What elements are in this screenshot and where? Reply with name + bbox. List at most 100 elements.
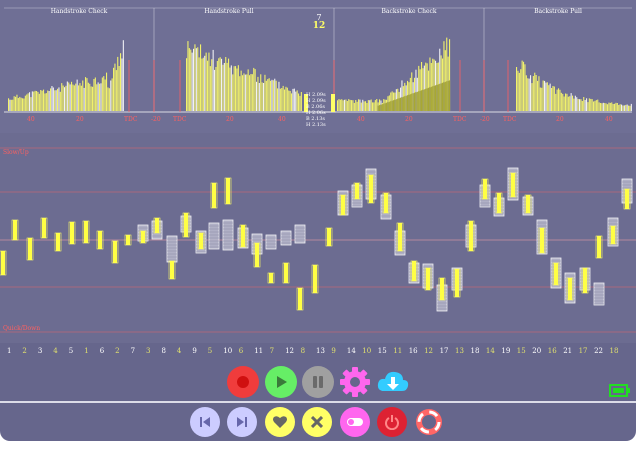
hist-bar-hs-check xyxy=(29,92,31,111)
hist-bar-bs-pull xyxy=(542,80,544,111)
hist-bar-hs-pull xyxy=(232,74,234,111)
hist-bar-hs-pull xyxy=(201,58,203,111)
hist-bar-bs-check xyxy=(348,99,350,111)
hist-bar-hs-check xyxy=(114,63,116,111)
favorite-button[interactable] xyxy=(265,407,295,437)
hist-bar-hs-pull xyxy=(254,69,256,111)
hist-bar-bs-pull xyxy=(623,105,625,111)
hist-bar-hs-check xyxy=(54,90,56,111)
hist-bar-hs-pull xyxy=(230,65,232,111)
hist-bar-bs-check xyxy=(429,87,431,111)
hist-bar-bs-pull xyxy=(595,100,597,111)
hist-bar-hs-check xyxy=(80,85,82,111)
hist-bar-bs-check xyxy=(365,101,367,111)
power-button[interactable] xyxy=(377,407,407,437)
tick-bs-pull-tdc: TDC xyxy=(503,116,517,123)
record-icon xyxy=(237,376,249,388)
hist-bar-hs-pull xyxy=(296,90,298,111)
hist-bar-hs-check xyxy=(120,53,122,111)
stroke-bar xyxy=(255,243,259,267)
hist-bar-hs-pull xyxy=(218,58,220,111)
next-button[interactable] xyxy=(227,407,257,437)
hist-bar-hs-check xyxy=(118,66,120,111)
hist-bar-bs-pull xyxy=(531,83,533,111)
hist-bar-hs-pull xyxy=(249,75,251,111)
hist-bar-bs-check xyxy=(433,85,435,111)
hist-bar-hs-check xyxy=(12,99,14,111)
hist-bar-hs-check xyxy=(107,87,109,111)
hist-bar-bs-pull xyxy=(569,96,571,111)
hist-bar-hs-pull xyxy=(257,76,259,111)
pause-button[interactable] xyxy=(302,366,334,398)
hist-bar-hs-check xyxy=(106,72,108,111)
hist-bar-hs-check xyxy=(10,99,12,111)
hist-bar-bs-check xyxy=(400,97,402,111)
hist-bar-bs-pull xyxy=(601,103,603,111)
hist-bar-hs-check xyxy=(26,94,28,111)
stroke-bar xyxy=(355,183,359,199)
hist-bar-bs-pull xyxy=(593,101,595,111)
download-button[interactable] xyxy=(376,366,410,398)
hist-bar-bs-check xyxy=(435,85,437,111)
hist-bar-bs-pull xyxy=(616,103,618,111)
hist-bar-bs-pull xyxy=(527,78,529,111)
hist-bar-hs-pull xyxy=(235,66,237,111)
help-button[interactable] xyxy=(414,407,444,437)
toggle-button[interactable] xyxy=(340,407,370,437)
hist-bar-bs-pull xyxy=(590,98,592,111)
hist-bar-hs-pull xyxy=(289,91,291,111)
hist-bar-bs-check xyxy=(376,99,378,111)
bell-number: 11 xyxy=(254,347,264,355)
hist-bar-bs-pull xyxy=(626,104,628,111)
stroke-bar xyxy=(611,226,615,244)
hist-bar-bs-check xyxy=(439,83,441,111)
stroke-bar xyxy=(369,175,373,203)
hist-bar-hs-pull xyxy=(221,58,223,111)
hist-bar-hs-pull xyxy=(214,69,216,111)
clear-button[interactable] xyxy=(302,407,332,437)
hist-bar-bs-pull xyxy=(630,103,632,111)
hist-bar-bs-pull xyxy=(524,64,526,111)
hist-bar-bs-pull xyxy=(560,92,562,111)
hist-bar-bs-check xyxy=(383,103,385,111)
hist-bar-bs-pull xyxy=(621,104,623,111)
hist-bar-hs-pull xyxy=(264,74,266,111)
stroke-bar xyxy=(483,179,487,199)
previous-button[interactable] xyxy=(190,407,220,437)
hist-bar-bs-check xyxy=(415,92,417,111)
hist-bar-bs-check xyxy=(443,82,445,111)
hist-bar-hs-check xyxy=(22,98,24,111)
hist-bar-hs-check xyxy=(36,91,38,111)
hist-bar-bs-check xyxy=(386,102,388,111)
hist-bar-hs-check xyxy=(69,84,71,111)
hist-bar-hs-check xyxy=(9,99,11,111)
hist-bar-bs-check xyxy=(408,94,410,111)
hist-bar-bs-pull xyxy=(607,104,609,111)
hist-bar-bs-check xyxy=(426,88,428,111)
hist-bar-bs-pull xyxy=(605,103,607,111)
hist-bar-bs-pull xyxy=(546,82,548,111)
settings-button[interactable] xyxy=(339,366,371,398)
hist-bar-bs-pull xyxy=(602,102,604,111)
hist-bar-bs-check xyxy=(377,105,379,111)
hist-bar-hs-check xyxy=(62,85,64,111)
play-button[interactable] xyxy=(265,366,297,398)
hist-bar-bs-check xyxy=(381,104,383,111)
hist-bar-hs-pull xyxy=(260,74,262,111)
hist-bar-hs-check xyxy=(122,40,124,112)
stroke-bar xyxy=(170,261,174,279)
hist-bar-bs-check xyxy=(437,84,439,111)
hist-bar-hs-pull xyxy=(229,67,231,111)
hist-bar-hs-pull xyxy=(187,41,189,111)
hist-bar-hs-pull xyxy=(239,76,241,111)
hist-bar-hs-check xyxy=(30,97,32,111)
bell-number: 13 xyxy=(455,347,464,355)
hist-bar-bs-pull xyxy=(544,80,546,111)
record-button[interactable] xyxy=(227,366,259,398)
hist-bar-bs-pull xyxy=(580,99,582,111)
hist-bar-bs-check xyxy=(380,104,382,111)
hist-bar-bs-check xyxy=(411,93,413,111)
hist-bar-hs-pull xyxy=(243,73,245,111)
stroke-bar xyxy=(42,218,46,238)
section-label-handstroke-check: Handstroke Check xyxy=(50,8,108,15)
